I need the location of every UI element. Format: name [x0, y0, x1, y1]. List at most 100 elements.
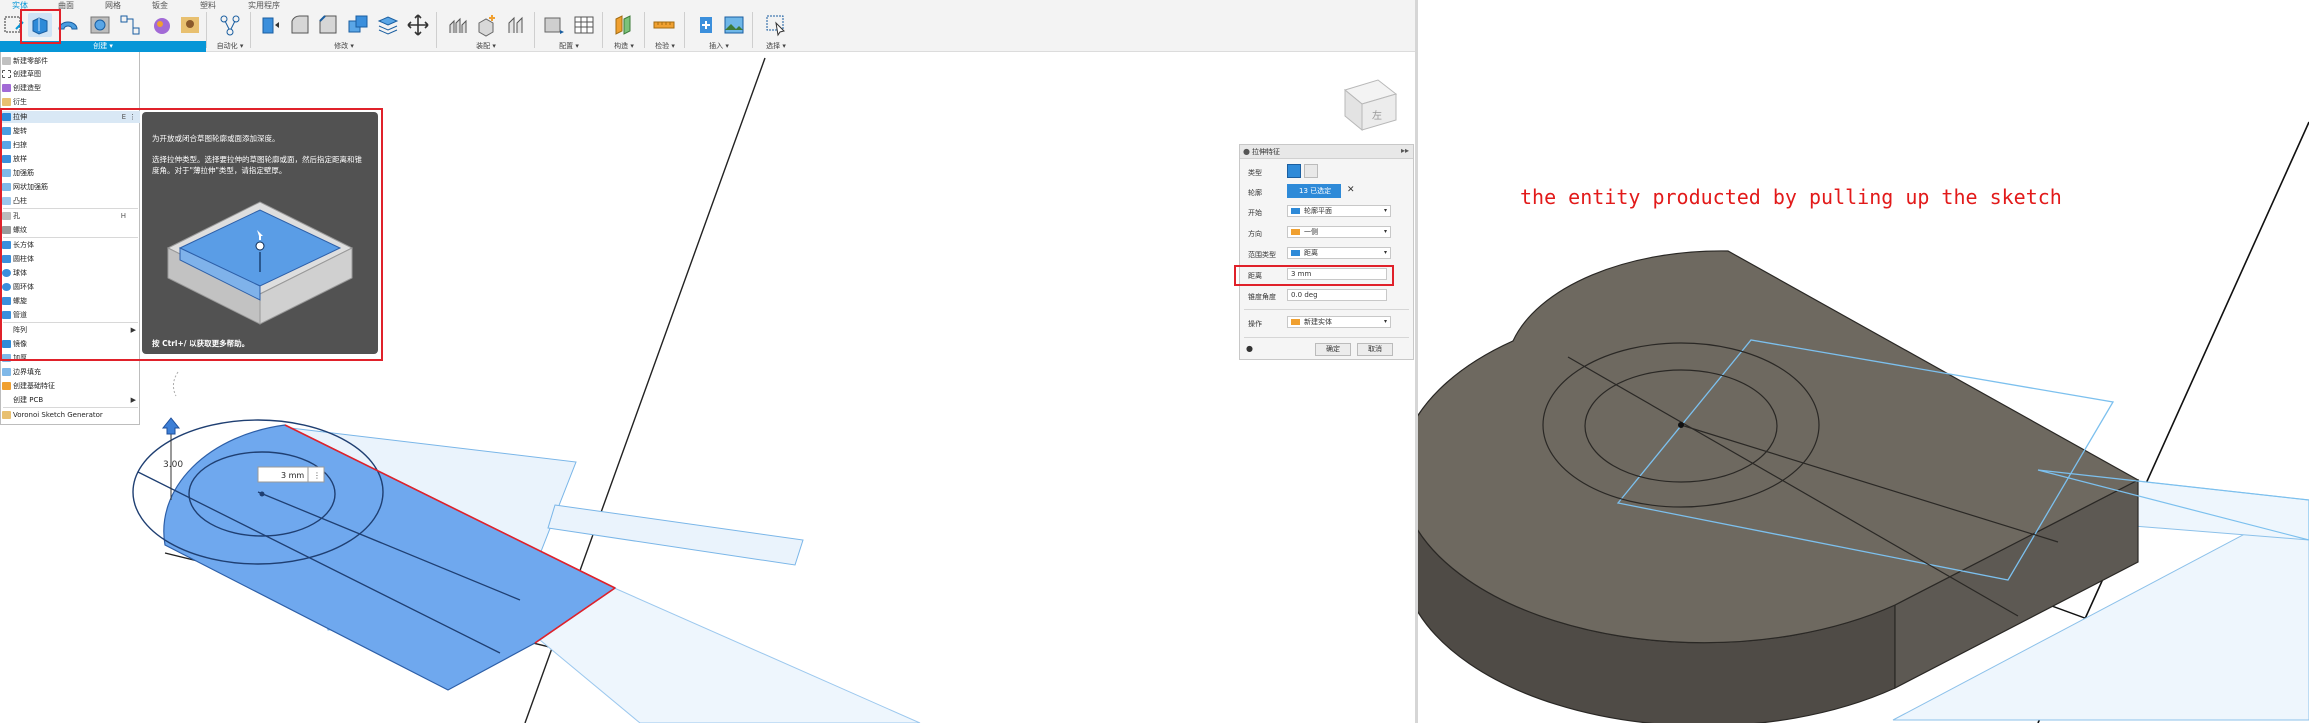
- joint-icon[interactable]: [446, 13, 470, 37]
- menu-item-voronoi[interactable]: Voronoi Sketch Generator: [1, 409, 140, 421]
- menu-item-sweep[interactable]: 扫掠: [1, 139, 140, 151]
- assemble-group-label[interactable]: 装配 ▾: [438, 41, 534, 52]
- offset-plane-icon[interactable]: [612, 13, 636, 37]
- menu-item-thread[interactable]: 螺纹: [1, 224, 140, 236]
- menu-item-thicken[interactable]: 加厚: [1, 352, 140, 364]
- menu-item-pipe[interactable]: 管道: [1, 309, 140, 321]
- taper-angle-input[interactable]: 0.0 deg: [1287, 289, 1387, 301]
- menu-item-create-form[interactable]: 创建造型: [1, 82, 140, 94]
- automate-icon[interactable]: [218, 13, 242, 37]
- menu-item-loft[interactable]: 放样: [1, 153, 140, 165]
- annotation-caption: the entity producted by pulling up the s…: [1520, 185, 2062, 209]
- measure-icon[interactable]: [652, 13, 676, 37]
- menu-item-rib[interactable]: 加强筋: [1, 167, 140, 179]
- collapse-icon[interactable]: ●: [1243, 147, 1250, 156]
- start-select[interactable]: 轮廓平面 ▾: [1287, 205, 1391, 217]
- type-thin-button[interactable]: [1304, 164, 1318, 178]
- select-icon[interactable]: [764, 13, 788, 37]
- info-icon[interactable]: ●: [1246, 344, 1253, 353]
- viewcube[interactable]: 左: [1343, 79, 1398, 132]
- chamfer-icon[interactable]: [316, 13, 340, 37]
- more-options-icon: ⋮: [313, 471, 321, 480]
- menu-item-box[interactable]: 长方体: [1, 239, 140, 251]
- tab-plastic[interactable]: 塑料: [200, 0, 216, 11]
- menu-item-create-sketch[interactable]: 创建草图: [1, 68, 140, 80]
- modify-group-label[interactable]: 修改 ▾: [252, 41, 436, 52]
- tab-surface[interactable]: 曲面: [58, 0, 74, 11]
- table-icon[interactable]: [572, 13, 596, 37]
- start-label: 开始: [1248, 209, 1262, 217]
- direction-label: 方向: [1248, 230, 1262, 238]
- distance-input[interactable]: 3 mm: [1287, 268, 1387, 280]
- tab-solid[interactable]: 实体: [12, 0, 28, 11]
- configure-icon[interactable]: [542, 13, 566, 37]
- tab-sheet-metal[interactable]: 钣金: [152, 0, 168, 11]
- form-icon[interactable]: [150, 13, 174, 37]
- derive-icon[interactable]: [178, 13, 202, 37]
- menu-item-emboss[interactable]: 凸柱: [1, 195, 140, 207]
- menu-item-sphere[interactable]: 球体: [1, 267, 140, 279]
- create-menu: 新建零部件 创建草图 创建造型 衍生 拉伸 E ⋮ 旋转 扫掠 放样 加强筋 网状加…: [0, 52, 140, 425]
- dimension-value: 3 mm: [281, 471, 304, 480]
- construct-group-label[interactable]: 构造 ▾: [604, 41, 644, 52]
- press-pull-icon[interactable]: [258, 13, 282, 37]
- canvas-image-icon[interactable]: [722, 13, 746, 37]
- type-label: 类型: [1248, 169, 1262, 177]
- menu-item-cylinder[interactable]: 圆柱体: [1, 253, 140, 265]
- menu-item-new-component[interactable]: 新建零部件: [1, 55, 140, 67]
- result-canvas: [1418, 121, 2309, 723]
- menu-item-create-pcb[interactable]: 创建 PCB ▶: [1, 394, 140, 406]
- extent-type-label: 范围类型: [1248, 251, 1276, 259]
- revolve-icon[interactable]: [56, 13, 80, 37]
- menu-item-derive[interactable]: 衍生: [1, 96, 140, 108]
- as-built-joint-icon[interactable]: [504, 13, 528, 37]
- profile-label: 轮廓: [1248, 189, 1262, 197]
- combine-icon[interactable]: [346, 13, 370, 37]
- create-group-label[interactable]: 创建 ▾: [0, 41, 206, 52]
- tooltip-summary: 为开放或闭合草图轮廓或面添加深度。: [152, 134, 280, 143]
- expand-panel-icon[interactable]: ▸▸: [1401, 146, 1409, 155]
- cancel-button[interactable]: 取消: [1357, 343, 1393, 356]
- direction-select[interactable]: 一侧 ▾: [1287, 226, 1391, 238]
- inspect-group-label[interactable]: 检验 ▾: [646, 41, 684, 52]
- configure-group-label[interactable]: 配置 ▾: [536, 41, 602, 52]
- menu-item-boundary-fill[interactable]: 边界填充: [1, 366, 140, 378]
- menu-item-mirror[interactable]: 镜像: [1, 338, 140, 350]
- menu-item-revolve[interactable]: 旋转: [1, 125, 140, 137]
- screenshot: 3.00 3 mm ⋮ 左 实体 曲面 网格 钣金 塑料 实用程序 创建 ▾ 自…: [0, 0, 2309, 723]
- menu-item-web[interactable]: 网状加强筋: [1, 181, 140, 193]
- dialog-title: 拉伸特征: [1240, 145, 1413, 159]
- distance-manipulator-arrow: [161, 417, 181, 435]
- select-group-label[interactable]: 选择 ▾: [756, 41, 796, 52]
- extent-type-select[interactable]: 距离 ▾: [1287, 247, 1391, 259]
- pattern-icon[interactable]: [118, 13, 142, 37]
- menu-item-coil[interactable]: 螺旋: [1, 295, 140, 307]
- extrude-icon[interactable]: [28, 13, 52, 37]
- fillet-icon[interactable]: [288, 13, 312, 37]
- design-canvas[interactable]: 3.00 3 mm ⋮ 左: [0, 0, 1415, 723]
- create-sketch-icon[interactable]: [2, 13, 26, 37]
- distance-label: 距离: [1248, 272, 1262, 280]
- menu-item-pattern[interactable]: 阵列 ▶: [1, 324, 140, 336]
- ok-button[interactable]: 确定: [1315, 343, 1351, 356]
- move-icon[interactable]: [406, 13, 430, 37]
- result-view: [1418, 0, 2309, 723]
- insert-group-label[interactable]: 插入 ▾: [686, 41, 752, 52]
- hole-icon[interactable]: [88, 13, 112, 37]
- menu-item-base-feature[interactable]: 创建基础特征: [1, 380, 140, 392]
- profile-selection[interactable]: 13 已选定: [1287, 184, 1341, 198]
- menu-item-torus[interactable]: 圆环体: [1, 281, 140, 293]
- insert-icon[interactable]: [694, 13, 718, 37]
- menu-item-extrude[interactable]: 拉伸 E ⋮: [1, 111, 140, 123]
- new-component-icon[interactable]: [474, 13, 498, 37]
- operation-label: 操作: [1248, 320, 1262, 328]
- tab-utilities[interactable]: 实用程序: [248, 0, 280, 11]
- clear-selection-icon[interactable]: ✕: [1347, 185, 1355, 195]
- menu-item-hole[interactable]: 孔H: [1, 210, 140, 222]
- type-solid-button[interactable]: [1287, 164, 1301, 178]
- automate-group-label[interactable]: 自动化 ▾: [212, 41, 248, 52]
- operation-select[interactable]: 新建实体 ▾: [1287, 316, 1391, 328]
- tab-mesh[interactable]: 网格: [105, 0, 121, 11]
- shell-icon[interactable]: [376, 13, 400, 37]
- svg-text:左: 左: [1372, 109, 1382, 122]
